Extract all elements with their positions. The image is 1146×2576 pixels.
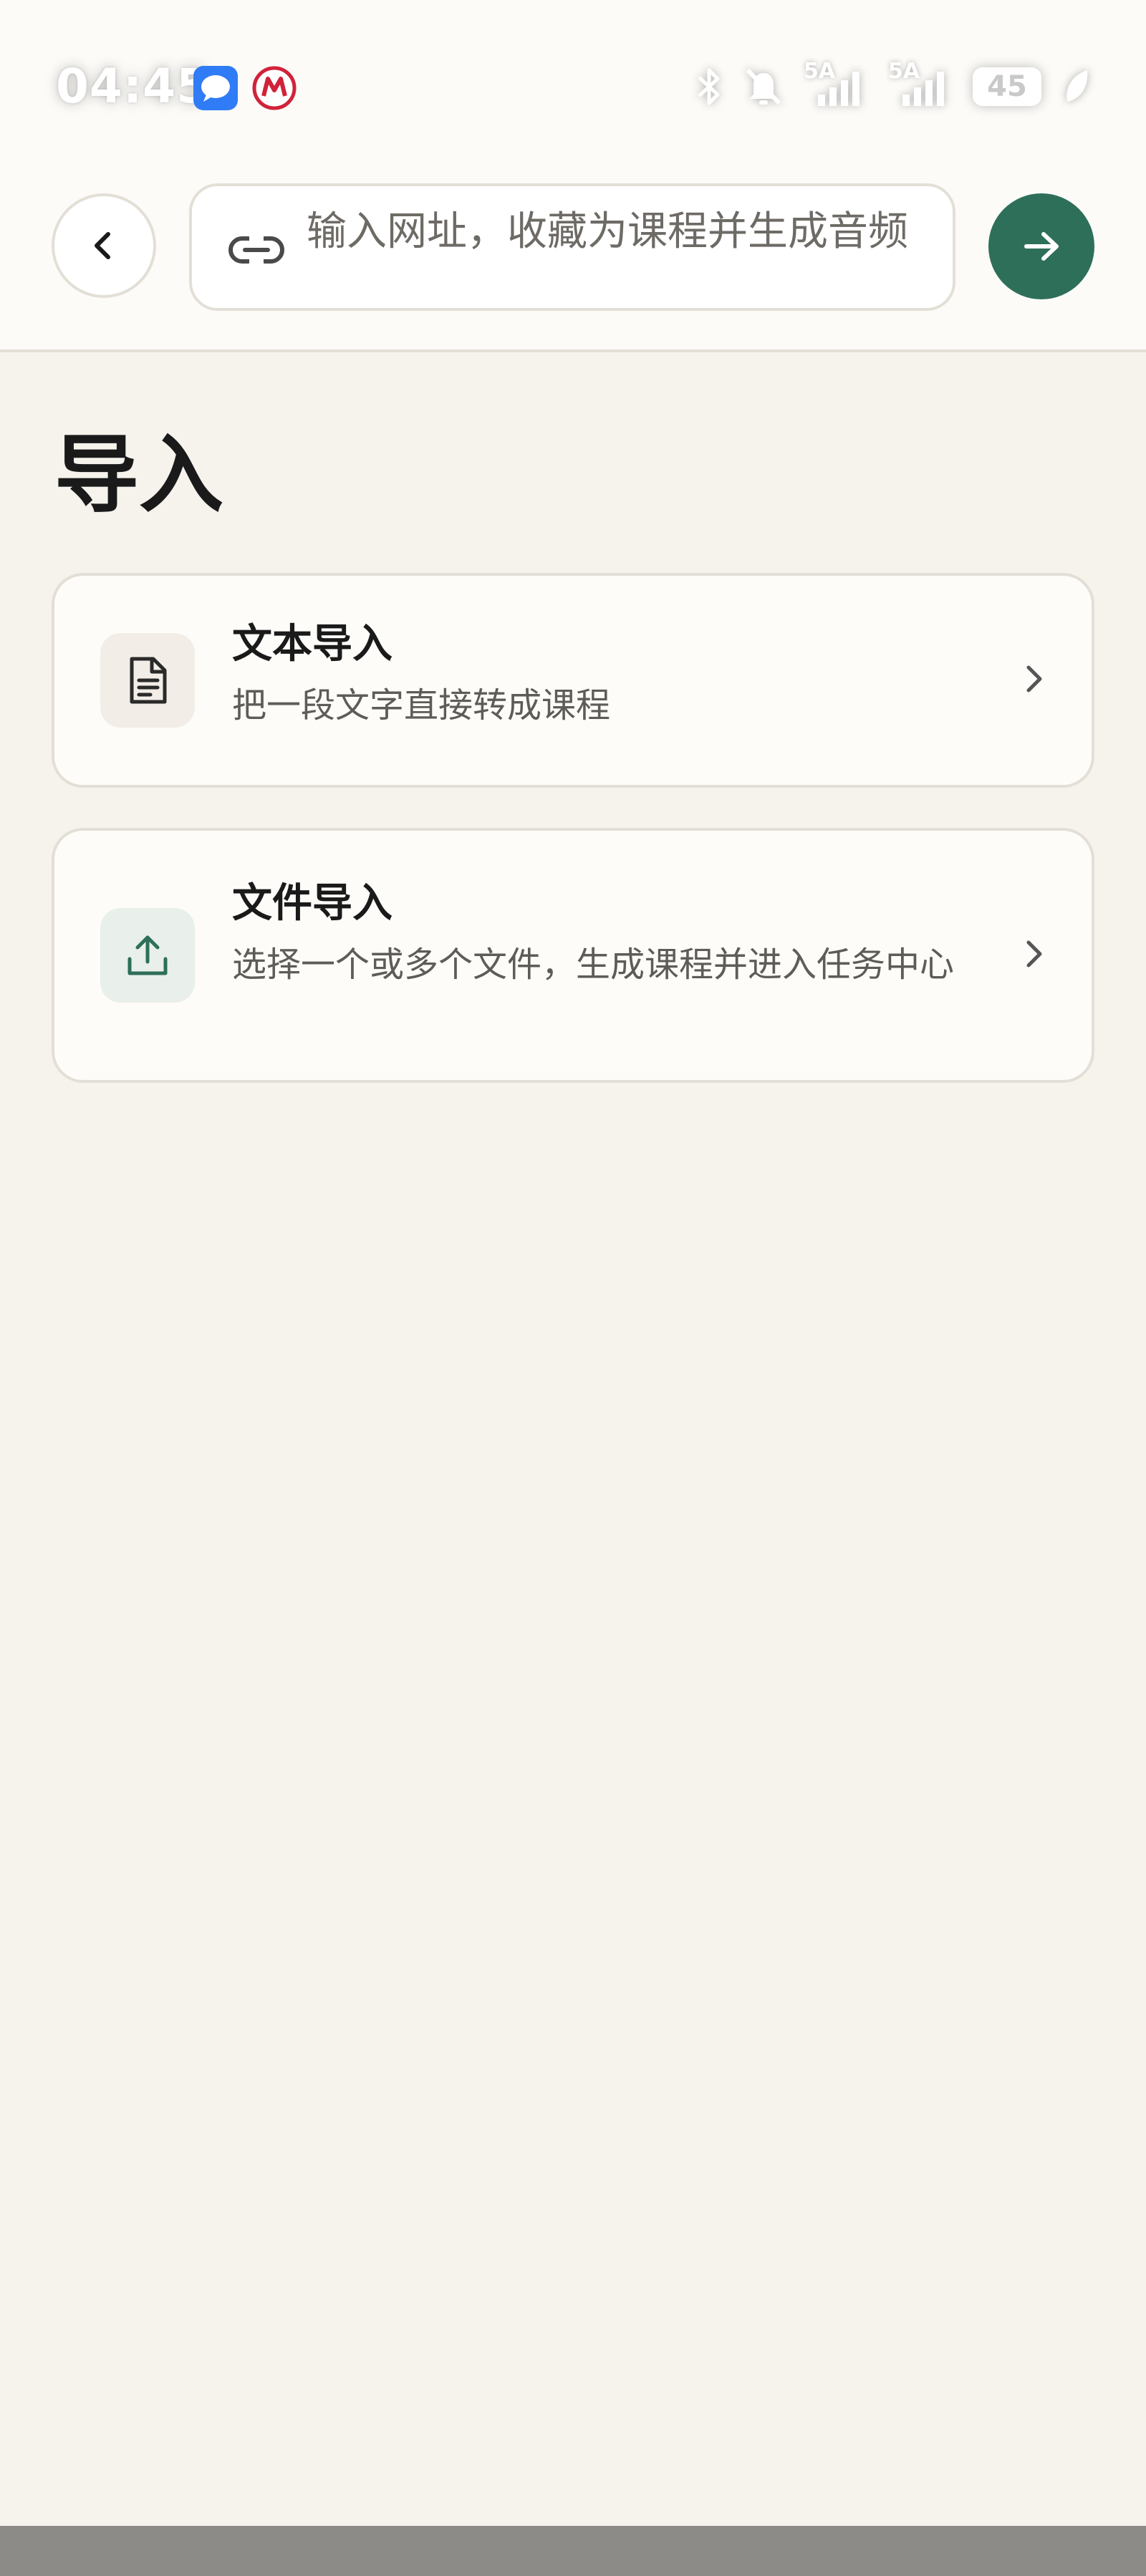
- text-import-card[interactable]: 文本导入 把一段文字直接转成课程: [52, 573, 1094, 788]
- upload-icon: [127, 935, 168, 975]
- battery-icon: 45: [973, 67, 1041, 106]
- status-system-icons: 5A 5A 45: [695, 59, 1090, 110]
- top-bar: [0, 172, 1146, 352]
- submit-url-button[interactable]: [988, 193, 1094, 299]
- url-field[interactable]: [189, 183, 955, 311]
- leaf-icon: [1066, 70, 1088, 102]
- signal-icon: 5A: [888, 59, 953, 110]
- card-title: 文件导入: [232, 880, 393, 927]
- file-import-card[interactable]: 文件导入 选择一个或多个文件，生成课程并进入任务中心: [52, 828, 1094, 1083]
- card-title: 文本导入: [232, 621, 393, 667]
- chevron-right-icon: [1026, 940, 1042, 968]
- arrow-right-icon: [1024, 232, 1059, 261]
- status-bar: 04:45 5A 5A 45: [0, 0, 1146, 172]
- bank-app-icon: [252, 66, 297, 110]
- gesture-bar: [0, 2526, 1146, 2576]
- chevron-left-icon: [95, 232, 110, 259]
- page-title: 导入: [54, 425, 224, 524]
- document-icon: [130, 657, 167, 704]
- signal-icon: 5A: [804, 59, 868, 110]
- status-time: 04:45: [56, 59, 211, 114]
- card-description: 选择一个或多个文件，生成课程并进入任务中心: [232, 945, 955, 985]
- battery-level: 45: [987, 70, 1027, 103]
- chevron-right-icon: [1026, 665, 1042, 693]
- file-import-icon-tile: [100, 908, 195, 1003]
- card-description: 把一段文字直接转成课程: [232, 685, 611, 725]
- bluetooth-icon: [698, 68, 720, 105]
- back-button[interactable]: [52, 193, 156, 298]
- url-input[interactable]: [307, 203, 937, 296]
- text-import-icon-tile: [100, 633, 195, 728]
- bell-off-icon: [746, 68, 781, 105]
- message-app-icon: [193, 66, 238, 110]
- link-icon: [228, 232, 284, 268]
